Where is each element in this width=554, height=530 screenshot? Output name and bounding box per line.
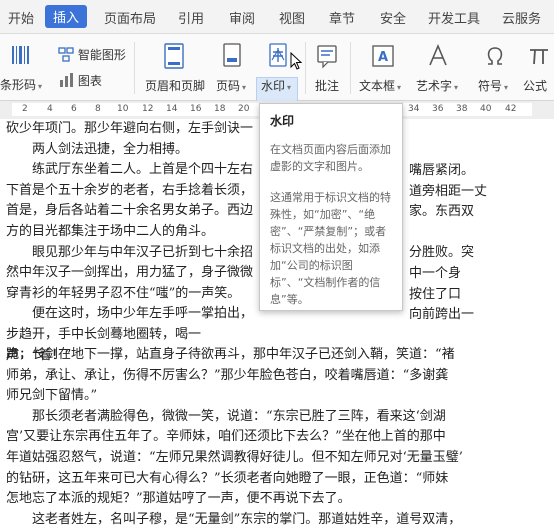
ruler-number: 40 <box>480 104 492 114</box>
ruler-number: 16 <box>190 104 202 114</box>
barcode-label[interactable]: 条形码 ▾ <box>0 76 42 93</box>
text-line: 师兄剑下留情。” <box>6 388 98 404</box>
ruler-number: 10 <box>117 104 129 114</box>
header-footer-button[interactable] <box>163 43 185 72</box>
text-fragment: 按住了口 <box>409 286 462 302</box>
formula-label[interactable]: 公式 <box>523 77 547 94</box>
text-line: 那长须老者满脸得色，微微一笑，说道：“东宗已胜了三阵，看来这‘剑湖 <box>6 408 446 424</box>
chart-icon <box>60 73 73 87</box>
tab-references[interactable]: 引用 <box>178 8 204 27</box>
tab-page-layout[interactable]: 页面布局 <box>104 8 156 27</box>
ribbon-separator <box>305 42 306 94</box>
text-line: 宫’又要让东宗再住五年了。辛师妹，咱们还须比下去么？”坐在他上首的那中 <box>6 429 446 445</box>
text-fragment: 家。东西双 <box>409 204 475 220</box>
text-line: 砍少年项门。那少年避向右侧，左手剑诀一 <box>6 121 254 136</box>
wordart-button[interactable] <box>426 43 450 72</box>
text-line: 年道姑强忍怒气，说道：“左师兄果然调教得好徒儿。但不知左师兄对‘无量玉璧’ <box>6 449 463 465</box>
ruler-number: 6 <box>71 104 77 114</box>
chart-label: 图表 <box>77 74 102 88</box>
text-line: 眼见那少年与中年汉子已折到七十余招 <box>6 244 254 260</box>
text-fragment: 嘴唇紧闭。 <box>409 163 475 178</box>
pi-formula-icon <box>530 49 548 65</box>
smart-shape-button[interactable]: 智能图形 <box>58 46 126 63</box>
textbox-label[interactable]: 文本框 ▾ <box>359 77 401 94</box>
mouse-cursor-icon <box>290 52 302 70</box>
text-line: 然中年汉子一剑挥出，用力猛了，身子微微 <box>6 265 254 281</box>
ribbon-separator <box>350 42 351 94</box>
text-line: 两人剑法迅捷，全力相搏。 <box>6 141 189 157</box>
tab-developer[interactable]: 开发工具 <box>428 8 480 27</box>
page-number-label[interactable]: 页码 ▾ <box>216 77 246 94</box>
comment-icon <box>317 45 337 69</box>
header-footer-icon <box>164 43 184 69</box>
page-number-button[interactable] <box>221 43 243 72</box>
tooltip-title: 水印 <box>270 114 295 128</box>
document-text-right: 嘴唇紧闭。 道旁相距一丈 家。东西双 分胜败。突 中一个身 按住了口 向前跨出一 <box>409 161 549 326</box>
ruler-number: 36 <box>432 104 444 114</box>
tab-home[interactable]: 开始 <box>8 8 34 27</box>
tooltip-detail: 这通常用于标识文档的特殊性，如“加密”、“绝密”、“严禁复制”；或者标识文档的出… <box>270 191 391 306</box>
ruler-number: 42 <box>505 104 517 114</box>
ribbon-panel: 条形码 ▾ 智能图形 图表 页眉和页脚 页码 ▾ 水印 ▾ 批注 A 文本框 ▾… <box>0 34 554 133</box>
wordart-label[interactable]: 艺术字 ▾ <box>416 77 458 94</box>
tab-chapter[interactable]: 章节 <box>329 8 355 27</box>
ruler-number: 4 <box>47 104 53 114</box>
tab-insert[interactable]: 插入 <box>45 5 88 28</box>
tooltip-description: 在文档页面内容后面添加虚影的文字和图片。 <box>270 143 391 173</box>
header-footer-label[interactable]: 页眉和页脚 <box>145 77 205 94</box>
smart-shape-label: 智能图形 <box>77 48 126 62</box>
text-line: 练武厅东坐着二人。上首是个四十左右 <box>6 162 254 178</box>
comment-button[interactable] <box>315 43 339 72</box>
text-fragment: 道旁相距一丈 <box>409 183 488 199</box>
text-line: 方的目光都集注于场中二人的角斗。 <box>6 223 215 239</box>
watermark-icon <box>269 43 287 67</box>
symbol-button[interactable] <box>484 43 506 72</box>
text-line: 首是，身后各站着二十余名男女弟子。西边 <box>6 203 254 219</box>
wordart-icon <box>429 43 447 66</box>
ruler-number: 18 <box>214 104 226 114</box>
text-line: 穿青衫的年轻男子忍不住“嗤”的一声笑。 <box>6 285 241 301</box>
chart-button[interactable]: 图表 <box>58 72 102 89</box>
textbox-button[interactable]: A <box>371 43 395 72</box>
document-text-lower: 跪，长剑在地下一撑，站直身子待欲再斗，那中年汉子已还剑入鞘，笑道：“褚 师弟，承… <box>6 345 551 530</box>
watermark-tooltip: 水印 在文档页面内容后面添加虚影的文字和图片。 这通常用于标识文档的特殊性，如“… <box>259 103 403 311</box>
text-line: 师弟，承让、承让，伤得不厉害么？”那少年脸色苍白，咬着嘴唇道：“多谢龚 <box>6 367 449 383</box>
tab-security[interactable]: 安全 <box>380 8 406 27</box>
ruler-number: 14 <box>166 104 178 114</box>
omega-symbol-icon <box>487 47 503 65</box>
ruler-number: 38 <box>456 104 468 114</box>
document-text: 砍少年项门。那少年避向右侧，左手剑诀一 两人剑法迅捷，全力相搏。 练武厅东坐着二… <box>6 119 266 366</box>
ribbon-separator <box>134 42 135 94</box>
symbol-label[interactable]: 符号 ▾ <box>478 77 508 94</box>
tab-view[interactable]: 视图 <box>279 8 305 27</box>
text-line: 的钻研，这五年来可已大有心得么？”长须老者向她瞪了一眼，正色道：“师妹 <box>6 470 449 486</box>
text-line: 便在这时，场中少年左手呼一掌拍出， <box>6 306 254 322</box>
text-line: 跪，长剑在地下一撑，站直身子待欲再斗，那中年汉子已还剑入鞘，笑道：“褚 <box>6 347 455 362</box>
comment-label[interactable]: 批注 <box>315 77 339 94</box>
tab-review[interactable]: 审阅 <box>229 8 255 27</box>
barcode-icon <box>12 46 29 64</box>
textbox-icon: A <box>372 45 394 67</box>
ruler-number: 8 <box>95 104 101 114</box>
svg-text:A: A <box>378 50 388 65</box>
ruler-number: 20 <box>238 104 250 114</box>
watermark-label[interactable]: 水印 ▾ <box>261 77 291 94</box>
text-fragment: 中一个身 <box>409 265 462 281</box>
tab-cloud-service[interactable]: 云服务 <box>502 8 541 27</box>
text-line: 怎地忘了本派的规矩？”那道姑哼了一声，便不再说下去了。 <box>6 491 351 507</box>
text-fragment: 分胜败。突 <box>409 245 475 261</box>
text-fragment: 向前跨出一 <box>409 307 475 323</box>
page-number-icon <box>223 43 241 67</box>
ruler-number: 12 <box>142 104 154 114</box>
ruler-number: 34 <box>408 104 420 114</box>
formula-button[interactable] <box>528 43 550 72</box>
text-line: 下首是个五十余岁的老者，右手捻着长须， <box>6 182 254 198</box>
text-line: 这老者姓左，名叫子穆，是“无量剑”东宗的掌门。那道姑姓辛，道号双清， <box>6 511 462 527</box>
barcode-button[interactable] <box>0 42 36 71</box>
smart-shape-icon <box>58 47 74 62</box>
ribbon-tab-bar: 开始 插入 页面布局 引用 审阅 视图 章节 安全 开发工具 云服务 <box>0 0 554 34</box>
watermark-button[interactable] <box>266 43 290 72</box>
ruler-number: 2 <box>22 104 28 114</box>
